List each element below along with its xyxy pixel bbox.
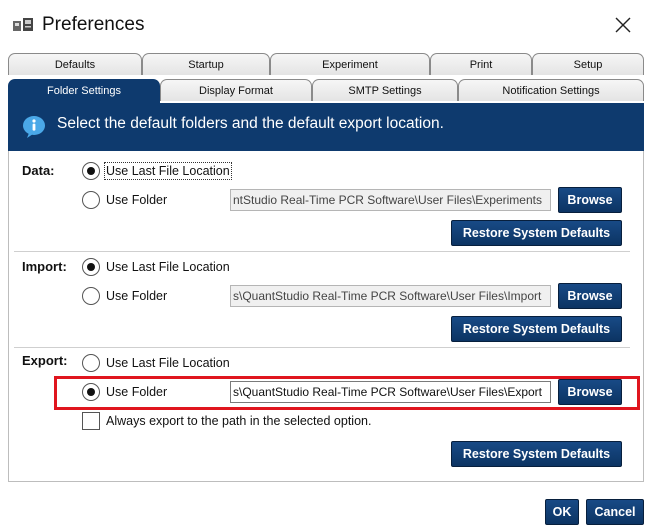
ok-button[interactable]: OK [545, 499, 579, 525]
data-browse-button[interactable]: Browse [558, 187, 622, 213]
export-section-label: Export: [22, 353, 68, 368]
cancel-button[interactable]: Cancel [586, 499, 644, 525]
export-use-folder-label[interactable]: Use Folder [106, 385, 167, 399]
data-use-last-label[interactable]: Use Last File Location [104, 162, 232, 180]
tab-display-format[interactable]: Display Format [160, 79, 312, 101]
data-folder-path-field[interactable]: ntStudio Real-Time PCR Software\User Fil… [230, 189, 551, 211]
tab-experiment[interactable]: Experiment [270, 53, 430, 75]
import-section-label: Import: [22, 259, 67, 274]
tab-strip: Defaults Startup Experiment Print Setup … [8, 53, 644, 103]
import-browse-button[interactable]: Browse [558, 283, 622, 309]
data-restore-defaults-button[interactable]: Restore System Defaults [451, 220, 622, 246]
import-use-folder-label[interactable]: Use Folder [106, 289, 167, 303]
tab-startup[interactable]: Startup [142, 53, 270, 75]
section-divider [14, 251, 630, 252]
export-use-last-radio[interactable] [82, 354, 100, 372]
import-folder-path-field[interactable]: s\QuantStudio Real-Time PCR Software\Use… [230, 285, 551, 307]
data-use-last-radio[interactable] [82, 162, 100, 180]
always-export-checkbox[interactable] [82, 412, 100, 430]
tab-notification-settings[interactable]: Notification Settings [458, 79, 644, 101]
banner-text: Select the default folders and the defau… [57, 115, 444, 132]
always-export-label[interactable]: Always export to the path in the selecte… [106, 414, 371, 428]
import-use-folder-radio[interactable] [82, 287, 100, 305]
close-icon[interactable] [610, 12, 636, 38]
info-icon [23, 116, 45, 138]
data-use-folder-label[interactable]: Use Folder [106, 193, 167, 207]
section-divider [14, 347, 630, 348]
export-restore-defaults-button[interactable]: Restore System Defaults [451, 441, 622, 467]
app-windows-icon [13, 18, 33, 31]
window-title: Preferences [42, 14, 145, 35]
export-folder-path-field[interactable]: s\QuantStudio Real-Time PCR Software\Use… [230, 381, 551, 403]
export-use-folder-radio[interactable] [82, 383, 100, 401]
data-section-label: Data: [22, 163, 55, 178]
tab-print[interactable]: Print [430, 53, 532, 75]
title-bar: Preferences [0, 0, 652, 52]
import-restore-defaults-button[interactable]: Restore System Defaults [451, 316, 622, 342]
export-use-last-label[interactable]: Use Last File Location [106, 356, 230, 370]
import-use-last-radio[interactable] [82, 258, 100, 276]
import-use-last-label[interactable]: Use Last File Location [106, 260, 230, 274]
export-browse-button[interactable]: Browse [558, 379, 622, 405]
tab-setup[interactable]: Setup [532, 53, 644, 75]
tab-defaults[interactable]: Defaults [8, 53, 142, 75]
tab-smtp-settings[interactable]: SMTP Settings [312, 79, 458, 101]
tab-folder-settings[interactable]: Folder Settings [8, 79, 160, 103]
data-use-folder-radio[interactable] [82, 191, 100, 209]
info-banner: Select the default folders and the defau… [8, 103, 644, 151]
